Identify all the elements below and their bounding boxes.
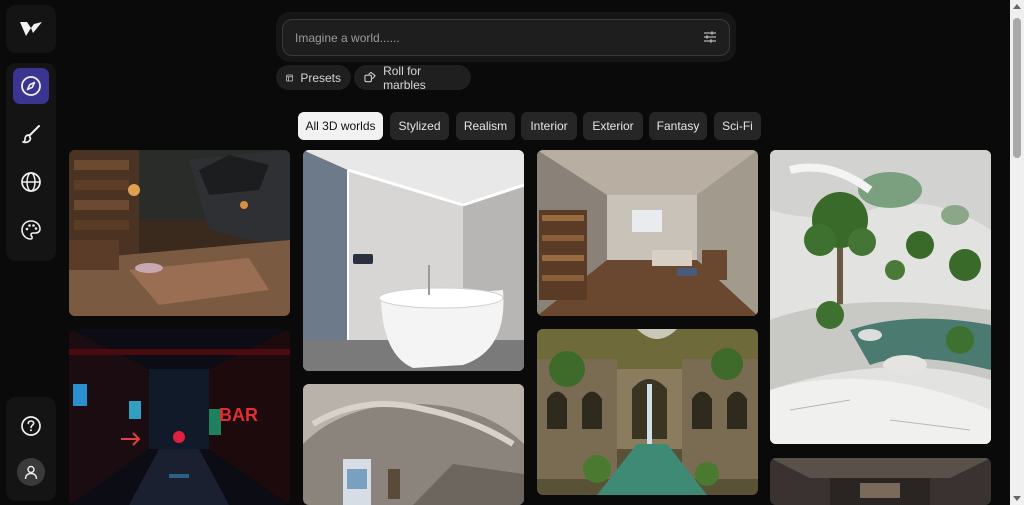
nav-group — [6, 63, 56, 261]
roll-button[interactable]: Roll for marbles — [354, 63, 471, 92]
sliders-icon[interactable] — [703, 30, 717, 44]
tab-interior[interactable]: Interior — [521, 112, 577, 140]
compass-icon — [21, 76, 41, 96]
world-thumbnail-bathroom[interactable] — [303, 150, 524, 371]
prompt-panel — [276, 12, 736, 62]
prompt-input[interactable] — [295, 20, 695, 55]
tab-label: Exterior — [592, 119, 634, 133]
tab-stylized[interactable]: Stylized — [390, 112, 449, 140]
world-thumbnail-bonsai-garden[interactable] — [770, 150, 991, 444]
scrollbar-thumb[interactable] — [1013, 18, 1021, 158]
worlds-button[interactable] — [13, 164, 49, 200]
bottom-group — [6, 397, 56, 501]
globe-icon — [21, 172, 41, 192]
world-thumbnail-neon-corridor[interactable]: BAR — [69, 329, 290, 505]
tab-exterior[interactable]: Exterior — [583, 112, 643, 140]
tab-all-3d-worlds[interactable]: All 3D worlds — [298, 112, 383, 140]
presets-label: Presets — [300, 70, 341, 85]
presets-button[interactable]: Presets — [276, 65, 351, 90]
logo-icon — [20, 22, 42, 36]
tab-label: Sci-Fi — [722, 119, 753, 133]
tab-label: Interior — [530, 119, 568, 133]
world-thumbnail-cave-room[interactable] — [303, 384, 524, 505]
palette-icon — [21, 220, 41, 240]
tab-fantasy[interactable]: Fantasy — [649, 112, 707, 140]
scroll-up-icon[interactable] — [1013, 4, 1021, 9]
explore-button[interactable] — [13, 68, 49, 104]
styles-button[interactable] — [13, 212, 49, 248]
page-scrollbar[interactable] — [1010, 0, 1024, 505]
presets-icon — [286, 74, 294, 81]
help-icon — [21, 416, 41, 436]
help-button[interactable] — [13, 408, 49, 444]
prompt-box — [282, 19, 730, 56]
world-thumbnail-abandoned-room[interactable] — [537, 150, 758, 316]
world-thumbnail-dark-hall[interactable] — [770, 458, 991, 505]
tab-label: Stylized — [398, 119, 441, 133]
tab-realism[interactable]: Realism — [456, 112, 515, 140]
app-page: Presets Roll for marbles All 3D worlds S… — [0, 0, 1024, 505]
tab-label: Fantasy — [656, 119, 700, 133]
world-thumbnail-ruins-courtyard[interactable] — [537, 329, 758, 495]
dice-icon — [364, 71, 376, 83]
create-button[interactable] — [13, 116, 49, 152]
tab-sci-fi[interactable]: Sci-Fi — [714, 112, 761, 140]
roll-label: Roll for marbles — [383, 63, 426, 92]
world-thumbnail-library[interactable] — [69, 150, 290, 316]
scroll-down-icon[interactable] — [1013, 496, 1021, 501]
user-avatar[interactable] — [17, 458, 45, 486]
user-icon — [24, 465, 38, 480]
svg-text:BAR: BAR — [219, 405, 258, 425]
tab-label: Realism — [463, 119, 508, 133]
app-logo[interactable] — [6, 5, 56, 53]
tab-label: All 3D worlds — [305, 119, 376, 133]
brush-icon — [22, 125, 40, 144]
